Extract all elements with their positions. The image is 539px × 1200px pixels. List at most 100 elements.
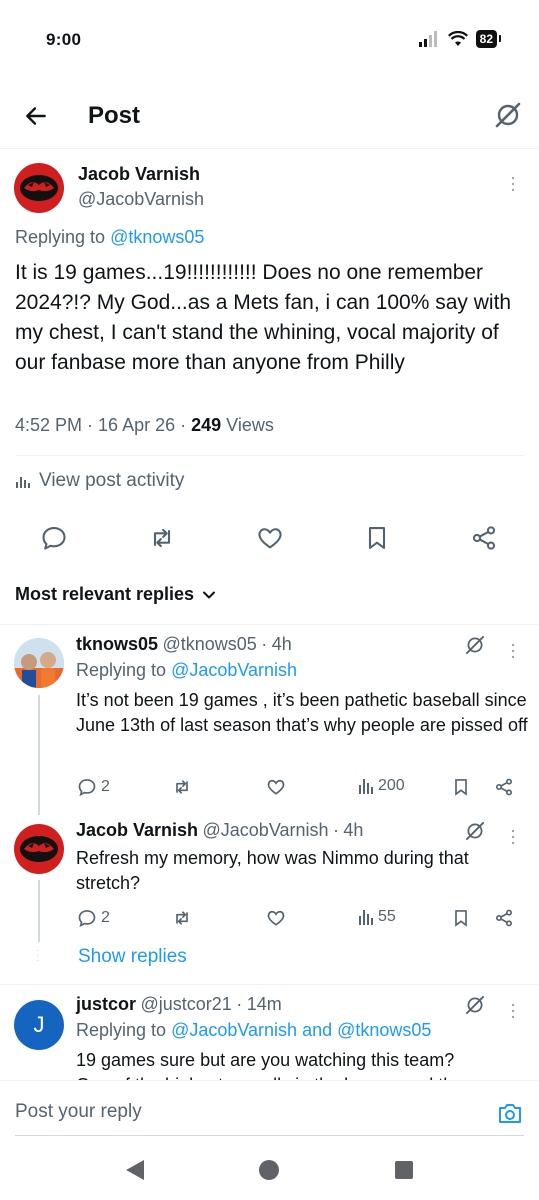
more-options-icon[interactable]: · · · [508,168,518,198]
share-icon[interactable] [494,908,514,928]
repost-icon[interactable] [148,524,176,552]
activity-label: View post activity [39,470,185,491]
replying-to-label: Replying to [76,660,172,680]
divider [15,455,524,456]
status-icons: 82 [418,30,502,48]
more-options-icon[interactable]: · · · [508,995,518,1025]
status-time: 9:00 [46,30,82,49]
reply-author-name[interactable]: tknows05 [76,634,158,654]
reply-replying-to: Replying to @JacobVarnish and @tknows05 [76,1020,431,1041]
show-replies-link[interactable]: Show replies [78,946,187,968]
camera-icon[interactable] [497,1101,523,1125]
more-options-icon[interactable]: · · · [508,821,518,851]
reply-header: tknows05 @tknows05 · 4h [76,634,292,655]
separator: · [236,994,243,1014]
author-name[interactable]: Jacob Varnish [78,164,200,185]
reply-views[interactable]: 200 [358,777,405,795]
share-icon[interactable] [494,777,514,797]
separator: · [261,634,268,654]
back-button[interactable] [20,100,52,132]
post-text: It is 19 games...19!!!!!!!!!!!! Does no … [15,261,512,374]
grok-icon[interactable] [464,820,486,842]
author-avatar[interactable] [14,163,64,213]
reply-avatar[interactable] [14,638,64,688]
bookmark-icon[interactable] [451,777,471,797]
more-options-icon[interactable]: · · · [508,635,518,665]
replying-to: Replying to @tknows05 [15,227,204,248]
view-activity-link[interactable]: View post activity [15,470,184,492]
nav-recents-icon[interactable] [394,1160,414,1180]
reply-header: Jacob Varnish @JacobVarnish · 4h [76,820,363,841]
reply-icon[interactable] [40,524,68,552]
sort-label: Most relevant replies [15,584,195,604]
like-icon[interactable] [256,524,284,552]
analytics-icon [16,477,30,488]
status-bar: 9:00 82 [0,0,539,80]
thundercats-logo-icon [20,836,58,862]
nav-home-icon[interactable] [258,1159,280,1181]
reply-reply-button[interactable]: 2 [77,777,110,797]
battery-indicator: 82 [475,30,502,48]
reply-reply-button[interactable]: 2 [77,908,110,928]
replying-to-link[interactable]: @JacobVarnish [171,660,297,680]
reply-author-handle[interactable]: @tknows05 [162,634,256,654]
reply-avatar[interactable] [14,824,64,874]
bookmark-icon[interactable] [363,524,391,552]
reply-age: 4h [343,820,364,840]
reply-count: 2 [101,778,110,795]
grok-icon[interactable] [464,994,486,1016]
reply-author-handle[interactable]: @JacobVarnish [203,820,329,840]
replies-sort-dropdown[interactable]: Most relevant replies [15,584,216,605]
page-title: Post [88,102,141,129]
share-icon[interactable] [470,524,498,552]
reply-author-name[interactable]: Jacob Varnish [76,820,198,840]
thundercats-logo-icon [20,175,58,201]
post-time: 4:52 PM [15,415,83,435]
repost-icon[interactable] [172,777,192,797]
like-icon[interactable] [266,777,286,797]
views-label: Views [226,415,274,435]
author-handle[interactable]: @JacobVarnish [78,189,204,210]
like-icon[interactable] [266,908,286,928]
separator: · [332,820,339,840]
reply-text: Refresh my memory, how was Nimmo during … [76,848,469,893]
reply-age: 4h [271,634,292,654]
replying-to-link[interactable]: @tknows05 [110,227,204,247]
reply-input[interactable]: Post your reply [15,1101,142,1123]
post-meta: 4:52 PM · 16 Apr 26 · 249 Views [15,415,274,435]
views-icon [359,910,373,925]
photo-avatar-icon [14,638,64,688]
divider [0,984,539,985]
reply-author-name[interactable]: justcor [76,994,136,1014]
nav-back-icon[interactable] [124,1158,146,1182]
reply-text: 19 games sure but are you watching this … [76,1050,455,1070]
signal-icon [418,31,437,47]
reply-age: 14m [246,994,282,1014]
grok-icon [495,102,521,128]
reply-replying-to: Replying to @JacobVarnish [76,660,297,681]
thread-dots: · · · [36,945,40,966]
post-date: 16 Apr 26 [98,415,176,435]
divider [0,624,539,625]
header-divider [0,148,539,149]
grok-icon[interactable] [464,634,486,656]
repost-icon[interactable] [172,908,192,928]
reply-avatar[interactable]: J [14,1000,64,1050]
wifi-icon [447,31,468,46]
reply-author-handle[interactable]: @justcor21 [140,994,231,1014]
replying-to-link[interactable]: @JacobVarnish and @tknows05 [171,1020,431,1040]
thread-line [38,880,40,942]
views-count: 200 [378,777,405,794]
replying-to-label: Replying to [76,1020,172,1040]
composer-divider [15,1135,524,1136]
bookmark-icon[interactable] [451,908,471,928]
chevron-down-icon [203,591,216,598]
header: Post [0,90,539,146]
reply-icon [78,779,96,797]
views-count: 55 [378,908,396,925]
thread-line [38,695,40,815]
reply-views[interactable]: 55 [358,908,396,926]
avatar-letter: J [33,1012,45,1037]
system-nav-bar [0,1140,539,1200]
grok-button[interactable] [493,100,523,130]
